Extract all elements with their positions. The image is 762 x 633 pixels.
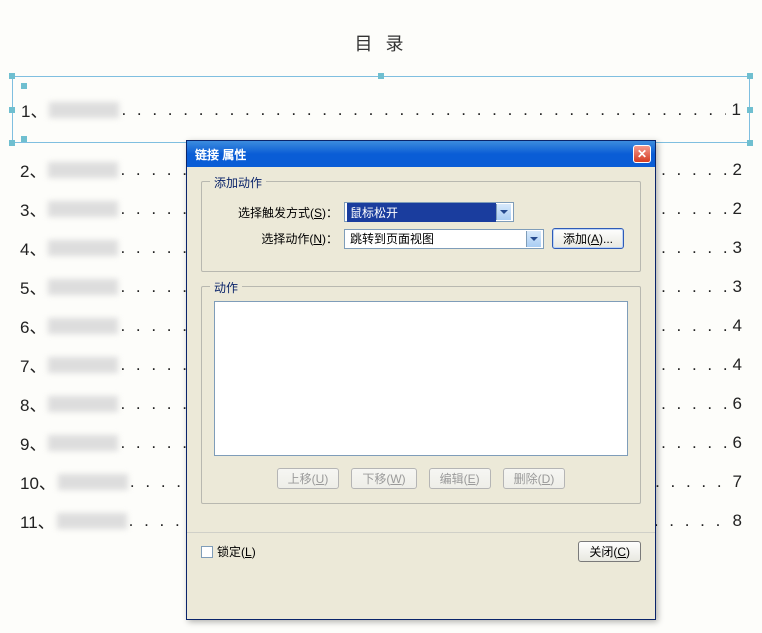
trigger-label: 选择触发方式(S)： — [214, 204, 344, 221]
toc-page-number: 3 — [727, 238, 742, 258]
action-select[interactable]: 跳转到页面视图 — [344, 229, 544, 249]
toc-number: 11、 — [20, 508, 55, 533]
toc-page-number: 6 — [727, 433, 742, 453]
trigger-select-value: 鼠标松开 — [347, 203, 496, 222]
toc-number: 8、 — [20, 391, 46, 416]
toc-page-number: 7 — [727, 472, 742, 492]
toc-number: 6、 — [20, 313, 46, 338]
toc-page-number: 4 — [727, 355, 742, 375]
toc-page-number: 6 — [727, 394, 742, 414]
toc-number: 3、 — [20, 196, 46, 221]
close-icon: ✕ — [637, 148, 647, 160]
chevron-down-icon — [526, 231, 541, 247]
toc-number: 7、 — [20, 352, 46, 377]
lock-label: 锁定(L) — [217, 543, 256, 560]
chevron-down-icon — [496, 204, 511, 220]
toc-entry-text — [57, 513, 127, 529]
actions-group: 动作 上移(U) 下移(W) 编辑(E) 删除(D) — [201, 286, 641, 504]
toc-page-number: 4 — [727, 316, 742, 336]
actions-legend: 动作 — [210, 279, 242, 296]
toc-page-number: 1 — [726, 100, 741, 120]
toc-page-number: 8 — [727, 511, 742, 531]
toc-entry-text — [49, 102, 119, 118]
dialog-titlebar[interactable]: 链接 属性 ✕ — [187, 141, 655, 167]
toc-item[interactable]: 1、 . . . . . . . . . . . . . . . . . . .… — [21, 97, 741, 122]
toc-entry-text — [48, 318, 118, 334]
link-properties-dialog: 链接 属性 ✕ 添加动作 选择触发方式(S)： 鼠标松开 选择动作(N)： 跳转… — [186, 140, 656, 620]
close-button[interactable]: ✕ — [633, 145, 651, 163]
checkbox-icon — [201, 546, 213, 558]
toc-number: 9、 — [20, 430, 46, 455]
delete-button[interactable]: 删除(D) — [503, 468, 566, 489]
toc-number: 4、 — [20, 235, 46, 260]
actions-listbox[interactable] — [214, 301, 628, 456]
toc-number: 10、 — [20, 469, 56, 494]
toc-page-number: 2 — [727, 199, 742, 219]
toc-page-number: 3 — [727, 277, 742, 297]
dialog-body: 添加动作 选择触发方式(S)： 鼠标松开 选择动作(N)： 跳转到页面视图 添加… — [187, 167, 655, 532]
edit-button[interactable]: 编辑(E) — [429, 468, 491, 489]
selected-toc-row[interactable]: 1、 . . . . . . . . . . . . . . . . . . .… — [12, 76, 750, 143]
toc-entry-text — [58, 474, 128, 490]
toc-entry-text — [48, 162, 118, 178]
toc-number: 1、 — [21, 97, 47, 122]
lock-checkbox[interactable]: 锁定(L) — [201, 543, 256, 560]
toc-entry-text — [48, 240, 118, 256]
toc-entry-text — [48, 279, 118, 295]
dialog-title: 链接 属性 — [195, 146, 633, 163]
toc-title: 目 录 — [20, 30, 742, 56]
action-select-value: 跳转到页面视图 — [347, 229, 526, 248]
dialog-footer: 锁定(L) 关闭(C) — [187, 532, 655, 570]
toc-entry-text — [48, 201, 118, 217]
toc-entry-text — [48, 396, 118, 412]
move-down-button[interactable]: 下移(W) — [351, 468, 416, 489]
add-button[interactable]: 添加(A)... — [552, 228, 624, 249]
toc-entry-text — [48, 435, 118, 451]
toc-number: 2、 — [20, 157, 46, 182]
action-label: 选择动作(N)： — [214, 230, 344, 247]
add-action-group: 添加动作 选择触发方式(S)： 鼠标松开 选择动作(N)： 跳转到页面视图 添加… — [201, 181, 641, 272]
toc-leader-dots: . . . . . . . . . . . . . . . . . . . . … — [121, 100, 725, 120]
move-up-button[interactable]: 上移(U) — [277, 468, 340, 489]
close-dialog-button[interactable]: 关闭(C) — [578, 541, 641, 562]
add-action-legend: 添加动作 — [210, 174, 266, 191]
toc-number: 5、 — [20, 274, 46, 299]
trigger-select[interactable]: 鼠标松开 — [344, 202, 514, 222]
toc-page-number: 2 — [727, 160, 742, 180]
toc-entry-text — [48, 357, 118, 373]
